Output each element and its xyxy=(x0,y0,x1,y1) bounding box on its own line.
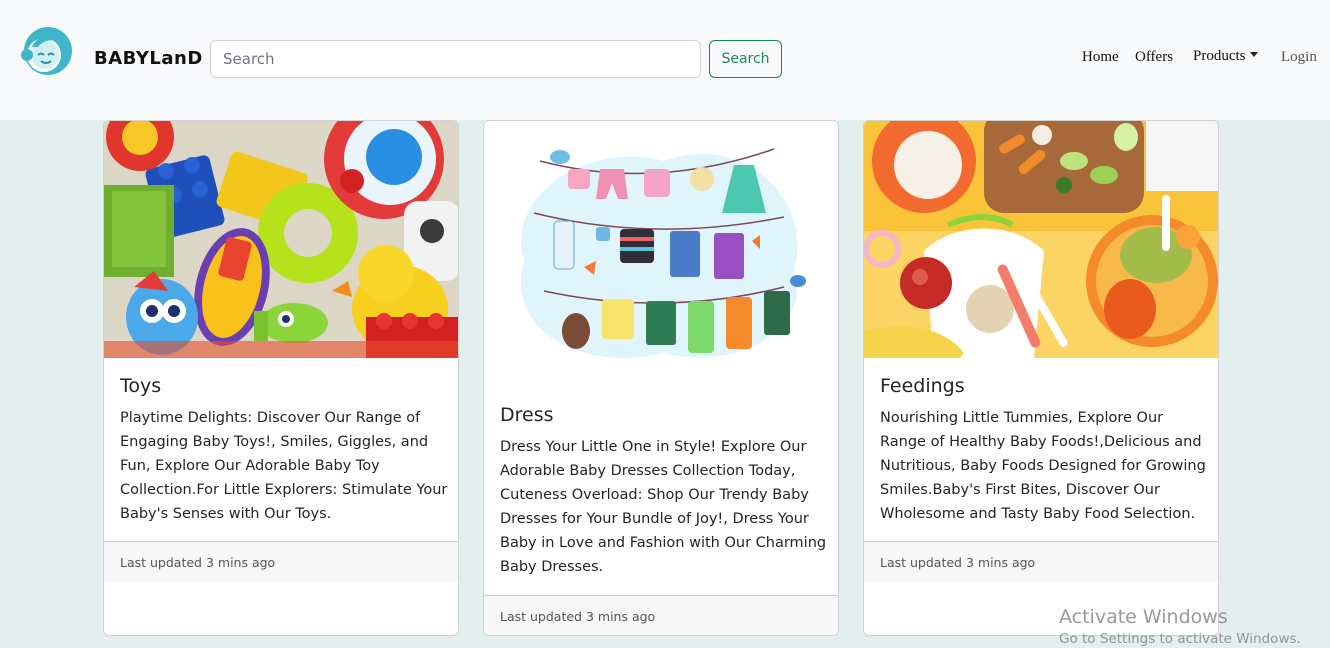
nav-login-link[interactable]: Login xyxy=(1281,49,1317,66)
caret-down-icon xyxy=(1249,52,1258,57)
nav-products-label: Products xyxy=(1193,48,1246,64)
brand-name[interactable]: BABYLanD xyxy=(94,48,203,69)
nav-offers-link[interactable]: Offers xyxy=(1135,49,1173,66)
nav-products-dropdown[interactable]: Products xyxy=(1193,48,1258,65)
search-button[interactable]: Search xyxy=(709,40,782,78)
nav-home-link[interactable]: Home xyxy=(1082,49,1119,66)
card-title: Toys xyxy=(120,375,162,397)
card-footer: Last updated 3 mins ago xyxy=(104,541,458,581)
card-toys: Toys Playtime Delights: Discover Our Ran… xyxy=(103,120,459,636)
card-footer: Last updated 3 mins ago xyxy=(484,595,838,635)
baby-logo-icon[interactable] xyxy=(18,25,74,77)
card-footer: Last updated 3 mins ago xyxy=(864,541,1218,581)
search-input[interactable] xyxy=(210,40,701,78)
navbar: BABYLanD Search Home Offers Products Log… xyxy=(0,0,1330,120)
card-title: Feedings xyxy=(880,375,965,397)
activate-windows-subtitle: Go to Settings to activate Windows. xyxy=(1059,631,1301,647)
feedings-image xyxy=(864,121,1218,358)
dress-image xyxy=(484,121,838,387)
card-feedings: Feedings Nourishing Little Tummies, Expl… xyxy=(863,120,1219,636)
card-title: Dress xyxy=(500,404,554,426)
card-text: Dress Your Little One in Style! Explore … xyxy=(500,439,827,575)
activate-windows-title: Activate Windows xyxy=(1059,606,1228,628)
toys-image xyxy=(104,121,458,358)
card-dress: Dress Dress Your Little One in Style! Ex… xyxy=(483,120,839,636)
card-text: Nourishing Little Tummies, Explore Our R… xyxy=(880,410,1206,522)
card-text: Playtime Delights: Discover Our Range of… xyxy=(120,410,448,522)
